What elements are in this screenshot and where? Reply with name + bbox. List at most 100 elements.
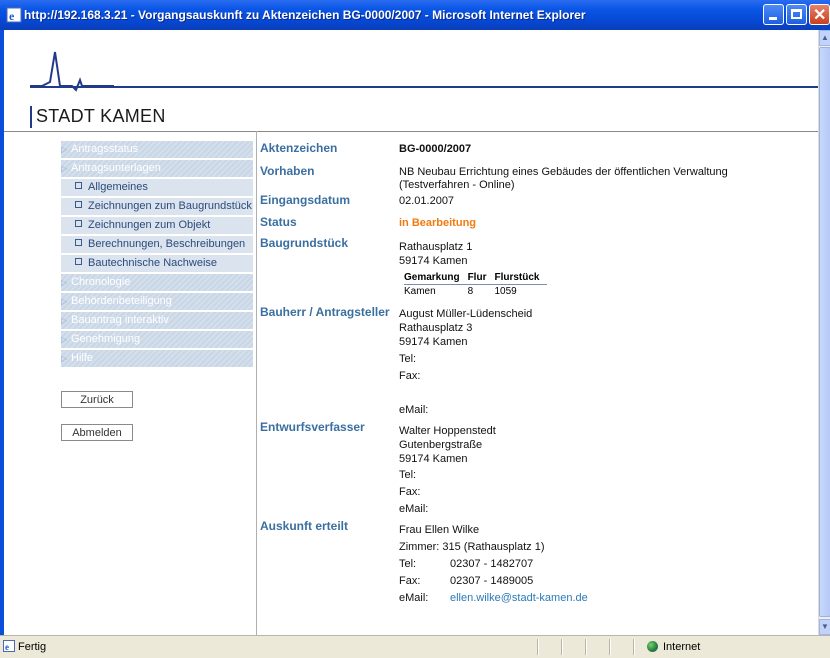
- vorhaben-line2: (Testverfahren - Online): [399, 179, 515, 191]
- square-bullet-icon: [75, 201, 82, 208]
- arrow-right-icon: ▷: [61, 354, 68, 363]
- auskunft-email-link[interactable]: ellen.wilke@stadt-kamen.de: [450, 591, 588, 605]
- auskunft-email-label: eMail:: [399, 592, 429, 604]
- scroll-thumb[interactable]: [819, 47, 830, 617]
- entwurf-name: Walter Hoppenstedt: [399, 425, 496, 437]
- bauherr-label: Bauherr / Antragsteller: [260, 305, 390, 319]
- status-divider: [609, 639, 610, 655]
- sidebar-item-hilfe[interactable]: ▷ Hilfe: [61, 350, 253, 367]
- sidebar-item-label: Bauantrag interaktiv: [71, 314, 169, 326]
- vertical-scrollbar[interactable]: ▲ ▼: [818, 30, 830, 635]
- table-header-flur: Flur: [467, 272, 495, 285]
- logo-bar: [30, 106, 32, 128]
- arrow-right-icon: ▷: [61, 278, 68, 287]
- sidebar-item-label: Hilfe: [71, 352, 94, 364]
- sidebar-item-label: Behördenbeteiligung: [71, 295, 172, 307]
- baugrundstueck-label: Baugrundstück: [260, 236, 349, 250]
- sidebar-item-label: Zeichnungen zum Baugrundstück: [88, 200, 252, 212]
- security-zone: Internet: [663, 641, 701, 653]
- window-title: http://192.168.3.21 - Vorgangsauskunft z…: [24, 8, 586, 22]
- table-header-row: Gemarkung Flur Flurstück: [404, 272, 548, 285]
- window-title-bar[interactable]: e http://192.168.3.21 - Vorgangsauskunft…: [0, 0, 830, 30]
- arrow-right-icon: ▷: [61, 164, 68, 173]
- arrow-right-icon: ▷: [61, 316, 68, 325]
- auskunft-room: Zimmer: 315 (Rathausplatz 1): [399, 541, 545, 553]
- entwurf-email-label: eMail:: [399, 503, 429, 515]
- page-header: STADT KAMEN: [4, 30, 818, 132]
- table-cell-flurstueck: 1059: [494, 286, 517, 297]
- sidebar-item-antragsunterlagen[interactable]: ▷ Antragsunterlagen: [61, 160, 253, 177]
- sidebar-nav: ▷ Antragsstatus ▷ Antragsunterlagen Allgem…: [61, 141, 253, 369]
- status-divider: [585, 639, 586, 655]
- square-bullet-icon: [75, 258, 82, 265]
- maximize-icon: [791, 9, 802, 19]
- back-button[interactable]: Zurück: [61, 391, 133, 408]
- sidebar-subitem-allgemeines[interactable]: Allgemeines: [61, 179, 253, 196]
- entwurfsverfasser-label: Entwurfsverfasser: [260, 420, 365, 434]
- table-row: Kamen 8 1059: [404, 285, 547, 297]
- arrow-right-icon: ▷: [61, 297, 68, 306]
- maximize-button[interactable]: [786, 4, 807, 25]
- sidebar-item-genehmigung[interactable]: ▷ Genehmigung: [61, 331, 253, 348]
- sidebar-item-label: Allgemeines: [88, 181, 148, 193]
- sidebar-subitem-zeichnungen-objekt[interactable]: Zeichnungen zum Objekt: [61, 217, 253, 234]
- entwurf-fax-label: Fax:: [399, 486, 421, 498]
- eingangsdatum-value: 02.01.2007: [399, 195, 455, 207]
- chevron-up-icon: ▲: [821, 33, 829, 42]
- table-cell-gemarkung: Kamen: [404, 286, 436, 297]
- entwurf-city: 59174 Kamen: [399, 453, 468, 465]
- bauherr-email-label: eMail:: [399, 404, 429, 416]
- column-divider: [256, 131, 257, 635]
- sidebar-item-label: Antragsstatus: [71, 143, 139, 155]
- globe-icon: [647, 641, 658, 652]
- sidebar-subitem-bautechnische-nachweise[interactable]: Bautechnische Nachweise: [61, 255, 253, 272]
- sidebar-item-behoerdenbeteiligung[interactable]: ▷ Behördenbeteiligung: [61, 293, 253, 310]
- square-bullet-icon: [75, 182, 82, 189]
- minimize-button[interactable]: [763, 4, 784, 25]
- sidebar-item-label: Bautechnische Nachweise: [88, 257, 218, 269]
- svg-text:e: e: [9, 9, 15, 23]
- bauherr-name: August Müller-Lüdenscheid: [399, 308, 533, 320]
- auskunft-tel-label: Tel:: [399, 558, 417, 570]
- vorhaben-line1: NB Neubau Errichtung eines Gebäudes der …: [399, 166, 728, 178]
- aktenzeichen-value: BG-0000/2007: [399, 143, 472, 155]
- auskunft-tel-value: 02307 - 1482707: [450, 558, 534, 570]
- entwurf-tel-label: Tel:: [399, 469, 417, 481]
- sidebar-item-chronologie[interactable]: ▷ Chronologie: [61, 274, 253, 291]
- bauherr-city: 59174 Kamen: [399, 336, 468, 348]
- city-logo-icon: [30, 51, 114, 92]
- sidebar-item-label: Chronologie: [71, 276, 131, 288]
- arrow-right-icon: ▷: [61, 335, 68, 344]
- status-divider: [633, 639, 634, 655]
- sidebar-subitem-berechnungen[interactable]: Berechnungen, Beschreibungen: [61, 236, 253, 253]
- svg-text:e: e: [5, 642, 9, 652]
- scroll-up-button[interactable]: ▲: [819, 30, 830, 46]
- status-label: Status: [260, 215, 297, 229]
- logout-button[interactable]: Abmelden: [61, 424, 133, 441]
- baugrundstueck-city: 59174 Kamen: [399, 255, 468, 267]
- chevron-down-icon: ▼: [821, 622, 829, 631]
- status-text: Fertig: [18, 641, 47, 653]
- minimize-icon: [769, 17, 777, 20]
- sidebar-item-bauantrag-interaktiv[interactable]: ▷ Bauantrag interaktiv: [61, 312, 253, 329]
- bauherr-tel-label: Tel:: [399, 353, 417, 365]
- square-bullet-icon: [75, 220, 82, 227]
- auskunft-label: Auskunft erteilt: [260, 519, 349, 533]
- logo-rule: [30, 86, 818, 88]
- sidebar-item-antragsstatus[interactable]: ▷ Antragsstatus: [61, 141, 253, 158]
- vorhaben-label: Vorhaben: [260, 164, 315, 178]
- sidebar-subitem-zeichnungen-baugrundstueck[interactable]: Zeichnungen zum Baugrundstück: [61, 198, 253, 215]
- aktenzeichen-label: Aktenzeichen: [260, 141, 338, 155]
- status-bar: e Fertig Internet: [0, 635, 830, 658]
- baugrundstueck-street: Rathausplatz 1: [399, 241, 473, 253]
- ie-icon: e: [6, 7, 22, 23]
- scroll-down-button[interactable]: ▼: [819, 619, 830, 635]
- bauherr-fax-label: Fax:: [399, 370, 421, 382]
- table-header-gemarkung: Gemarkung: [404, 272, 468, 285]
- sidebar-item-label: Genehmigung: [71, 333, 141, 345]
- close-button[interactable]: ✕: [809, 4, 830, 25]
- gemarkung-table: Gemarkung Flur Flurstück Kamen 8 1059: [404, 272, 548, 297]
- logo-text: STADT KAMEN: [36, 106, 166, 126]
- arrow-right-icon: ▷: [61, 145, 68, 154]
- entwurf-street: Gutenbergstraße: [399, 439, 483, 451]
